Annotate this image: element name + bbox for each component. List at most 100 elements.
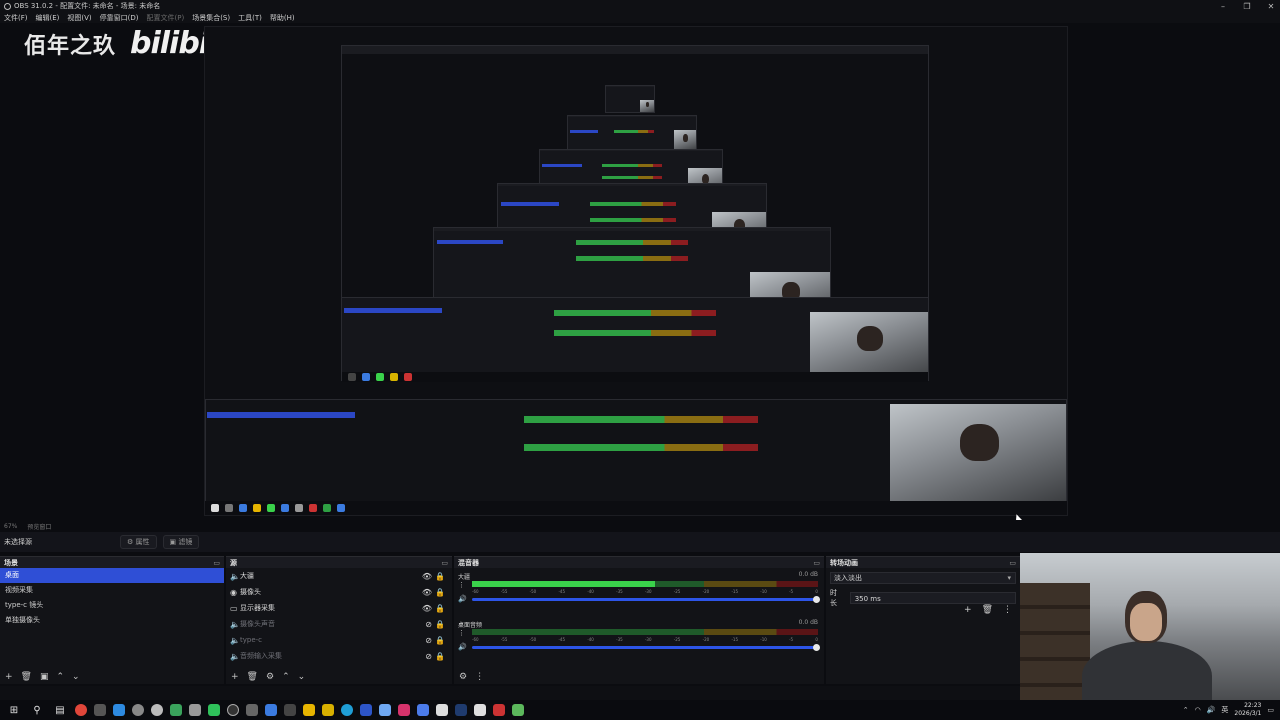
terminal-icon[interactable] bbox=[94, 704, 106, 716]
menu-docks[interactable]: 停靠窗口(D) bbox=[100, 13, 139, 23]
speaker-icon[interactable]: 🔊 bbox=[458, 643, 467, 651]
lock-icon[interactable]: 🔒 bbox=[435, 652, 445, 661]
app-icon[interactable] bbox=[398, 704, 410, 716]
sources-dock: 源 ▭ 🔈 大疆 👁 🔒 ◉ 摄像头 👁 🔒 ▭ 显示器采集 👁 🔒 🔈 摄像头声音 ⊘ 🔒 🔈 type-… bbox=[226, 556, 452, 684]
volume-slider[interactable] bbox=[472, 644, 820, 651]
duration-input[interactable]: 350 ms bbox=[849, 592, 1016, 604]
windows-start-icon[interactable]: ⊞ bbox=[6, 702, 22, 718]
lock-icon[interactable]: 🔒 bbox=[435, 636, 445, 645]
source-settings-icon[interactable]: ⚙ bbox=[266, 672, 274, 682]
volume-slider[interactable] bbox=[472, 596, 820, 603]
preview-obs-docks bbox=[205, 399, 1067, 503]
speaker-icon[interactable]: 🔊 bbox=[458, 595, 467, 603]
wechat-icon[interactable] bbox=[208, 704, 220, 716]
source-item[interactable]: 🔈 音频输入采集 ⊘ 🔒 bbox=[226, 648, 452, 664]
move-down-icon[interactable]: ⌄ bbox=[298, 672, 306, 682]
undock-icon[interactable]: ▭ bbox=[813, 559, 820, 567]
undock-icon[interactable]: ▭ bbox=[213, 559, 220, 567]
eye-icon[interactable]: 👁 bbox=[422, 572, 432, 581]
source-item[interactable]: 🔈 摄像头声音 ⊘ 🔒 bbox=[226, 616, 452, 632]
vscode-icon[interactable] bbox=[113, 704, 125, 716]
scene-item-desktop[interactable]: 桌面 bbox=[0, 568, 224, 583]
eye-icon[interactable]: 👁 bbox=[422, 604, 432, 613]
move-down-icon[interactable]: ⌄ bbox=[72, 672, 80, 682]
remove-source-icon[interactable]: 🗑 bbox=[247, 672, 258, 682]
menu-view[interactable]: 视图(V) bbox=[67, 13, 91, 23]
scene-item-video-capture[interactable]: 视频采集 bbox=[0, 583, 224, 598]
app-icon[interactable] bbox=[189, 704, 201, 716]
menu-help[interactable]: 帮助(H) bbox=[270, 13, 295, 23]
mixer-menu-icon[interactable]: ⋮ bbox=[475, 672, 484, 682]
mixer-settings-icon[interactable]: ⚙ bbox=[459, 672, 467, 682]
close-icon[interactable]: ✕ bbox=[1266, 2, 1276, 11]
tray-chevron-icon[interactable]: ⌃ bbox=[1183, 706, 1189, 714]
scene-filters-icon[interactable]: ▣ bbox=[40, 672, 49, 682]
app-icon[interactable] bbox=[246, 704, 258, 716]
move-up-icon[interactable]: ⌃ bbox=[57, 672, 65, 682]
source-item[interactable]: 🔈 大疆 👁 🔒 bbox=[226, 568, 452, 584]
eye-hidden-icon[interactable]: ⊘ bbox=[425, 652, 432, 661]
track-menu-icon[interactable]: ⋮ bbox=[458, 581, 465, 589]
transition-select[interactable]: 淡入淡出 bbox=[830, 572, 1016, 584]
app-icon[interactable] bbox=[151, 704, 163, 716]
app-icon[interactable] bbox=[132, 704, 144, 716]
meter-tick-label: -60 bbox=[472, 637, 479, 642]
add-scene-icon[interactable]: + bbox=[5, 672, 13, 682]
app-icon[interactable] bbox=[322, 704, 334, 716]
edge-icon[interactable] bbox=[341, 704, 353, 716]
preview-mode[interactable]: 预览窗口 bbox=[27, 522, 51, 531]
eye-hidden-icon[interactable]: ⊘ bbox=[425, 620, 432, 629]
minimize-icon[interactable]: – bbox=[1218, 2, 1228, 11]
eye-hidden-icon[interactable]: ⊘ bbox=[425, 636, 432, 645]
task-view-icon[interactable]: ▤ bbox=[52, 702, 68, 718]
obs-icon[interactable] bbox=[227, 704, 239, 716]
wifi-icon[interactable]: ◠ bbox=[1195, 706, 1201, 714]
add-transition-icon[interactable]: + bbox=[964, 605, 972, 615]
input-language[interactable]: 英 bbox=[1221, 705, 1228, 715]
preview-canvas[interactable] bbox=[204, 26, 1068, 516]
source-item[interactable]: ◉ 摄像头 👁 🔒 bbox=[226, 584, 452, 600]
app-icon[interactable] bbox=[360, 704, 372, 716]
track-menu-icon[interactable]: ⋮ bbox=[458, 629, 465, 637]
lock-icon[interactable]: 🔒 bbox=[435, 604, 445, 613]
lock-icon[interactable]: 🔒 bbox=[435, 620, 445, 629]
app-icon[interactable] bbox=[474, 704, 486, 716]
app-icon[interactable] bbox=[284, 704, 296, 716]
transition-menu-icon[interactable]: ⋮ bbox=[1003, 605, 1012, 615]
remove-scene-icon[interactable]: 🗑 bbox=[21, 672, 32, 682]
scene-item-typec-camera[interactable]: type-c 镜头 bbox=[0, 598, 224, 613]
menu-file[interactable]: 文件(F) bbox=[4, 13, 28, 23]
app-icon[interactable] bbox=[265, 704, 277, 716]
properties-button[interactable]: ⚙ 属性 bbox=[120, 535, 157, 549]
undock-icon[interactable]: ▭ bbox=[1009, 559, 1016, 567]
source-item[interactable]: ▭ 显示器采集 👁 🔒 bbox=[226, 600, 452, 616]
menu-tools[interactable]: 工具(T) bbox=[238, 13, 262, 23]
photoshop-icon[interactable] bbox=[455, 704, 467, 716]
app-icon[interactable] bbox=[436, 704, 448, 716]
menu-scene-collection[interactable]: 场景集合(S) bbox=[192, 13, 230, 23]
menu-profile[interactable]: 配置文件(P) bbox=[147, 13, 185, 23]
app-icon[interactable] bbox=[379, 704, 391, 716]
app-icon[interactable] bbox=[493, 704, 505, 716]
chrome-icon[interactable] bbox=[75, 704, 87, 716]
undock-icon[interactable]: ▭ bbox=[441, 559, 448, 567]
add-source-icon[interactable]: + bbox=[231, 672, 239, 682]
app-icon[interactable] bbox=[170, 704, 182, 716]
remove-transition-icon[interactable]: 🗑 bbox=[982, 605, 993, 615]
folder-icon[interactable] bbox=[303, 704, 315, 716]
app-icon[interactable] bbox=[417, 704, 429, 716]
maximize-icon[interactable]: ❐ bbox=[1242, 2, 1252, 11]
lock-icon[interactable]: 🔒 bbox=[435, 572, 445, 581]
app-icon[interactable] bbox=[512, 704, 524, 716]
clock[interactable]: 22:23 2026/3/1 bbox=[1234, 702, 1261, 718]
volume-icon[interactable]: 🔊 bbox=[1207, 706, 1216, 714]
source-item[interactable]: 🔈 type-c ⊘ 🔒 bbox=[226, 632, 452, 648]
move-up-icon[interactable]: ⌃ bbox=[282, 672, 290, 682]
filters-button[interactable]: ▣ 滤镜 bbox=[162, 535, 200, 549]
search-icon[interactable]: ⚲ bbox=[29, 702, 45, 718]
notification-icon[interactable]: ▭ bbox=[1267, 706, 1274, 714]
scene-item-single-camera[interactable]: 单独摄像头 bbox=[0, 613, 224, 628]
menu-edit[interactable]: 编辑(E) bbox=[36, 13, 60, 23]
eye-icon[interactable]: 👁 bbox=[422, 588, 432, 597]
lock-icon[interactable]: 🔒 bbox=[435, 588, 445, 597]
